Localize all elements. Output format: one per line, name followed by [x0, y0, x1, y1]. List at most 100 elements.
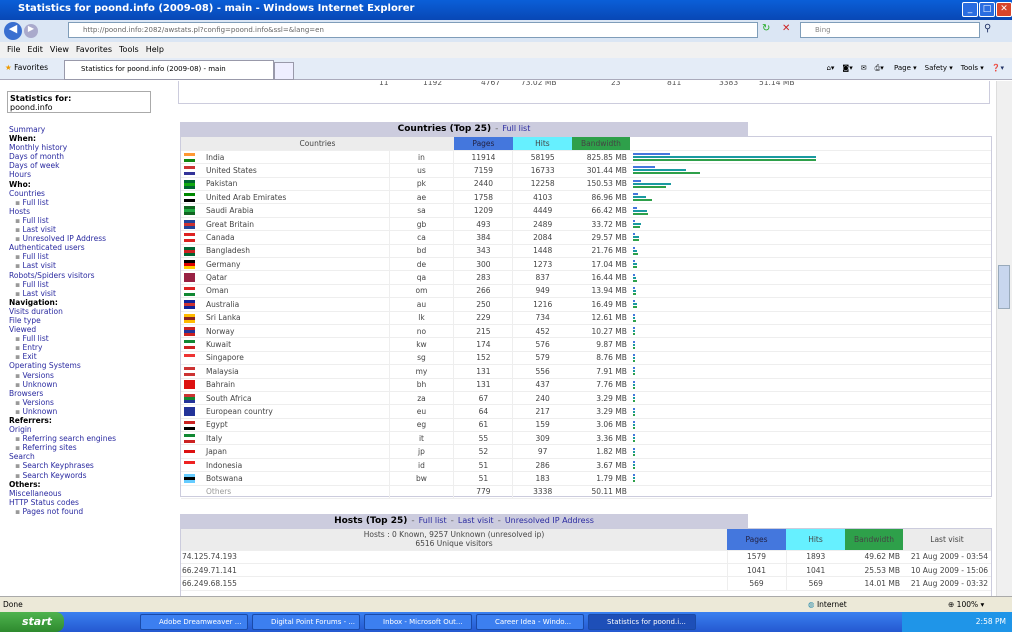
- menu-help[interactable]: Help: [146, 45, 164, 54]
- country-bars: [629, 284, 991, 299]
- sidebar-link[interactable]: HTTP Status codes: [9, 498, 170, 507]
- star-icon: ★: [5, 63, 12, 72]
- hosts-last-visit-link[interactable]: Last visit: [458, 516, 494, 525]
- sidebar-link[interactable]: Search Keyphrases: [9, 461, 170, 470]
- sidebar-link[interactable]: Monthly history: [9, 143, 170, 152]
- back-button[interactable]: ◀: [4, 22, 22, 40]
- menu-edit[interactable]: Edit: [27, 45, 43, 54]
- sidebar-link[interactable]: Full list: [9, 216, 170, 225]
- task-career-idea[interactable]: Career Idea - Windo...: [476, 614, 584, 630]
- sidebar-link[interactable]: Days of week: [9, 161, 170, 170]
- close-button[interactable]: ✕: [996, 2, 1012, 17]
- sidebar-heading: Referrers:: [9, 416, 52, 425]
- countries-table: Countries Pages Hits Bandwidth India in 11…: [181, 137, 991, 500]
- menu-tools[interactable]: Tools: [119, 45, 139, 54]
- sidebar-link[interactable]: Days of month: [9, 152, 170, 161]
- home-icon[interactable]: ⌂▾: [826, 64, 834, 72]
- sidebar-link[interactable]: Exit: [9, 352, 170, 361]
- sidebar-link[interactable]: Unknown: [9, 407, 170, 416]
- stop-icon[interactable]: ✕: [782, 23, 790, 34]
- hosts-full-list-link[interactable]: Full list: [419, 516, 447, 525]
- scrollbar-thumb[interactable]: [998, 265, 1010, 309]
- forward-button[interactable]: ▶: [24, 24, 38, 38]
- sidebar-link[interactable]: Authenticated users: [9, 243, 170, 252]
- sidebar-link[interactable]: Versions: [9, 371, 170, 380]
- bandwidth-bar: [632, 426, 635, 429]
- sidebar-link[interactable]: Hosts: [9, 207, 170, 216]
- country-name: Qatar: [203, 270, 389, 285]
- sidebar-link[interactable]: Pages not found: [9, 507, 170, 516]
- country-row: Pakistan pk 2440 12258 150.53 MB: [181, 177, 991, 192]
- sidebar-link[interactable]: Entry: [9, 343, 170, 352]
- menu-file[interactable]: File: [7, 45, 20, 54]
- search-icon[interactable]: ⚲: [984, 23, 991, 34]
- sidebar-link[interactable]: File type: [9, 316, 170, 325]
- mail-icon[interactable]: ✉: [861, 64, 867, 72]
- bandwidth-bar: [632, 373, 635, 376]
- help-icon[interactable]: ❓▾: [992, 64, 1004, 72]
- sidebar-link[interactable]: Full list: [9, 334, 170, 343]
- sidebar-link[interactable]: Referring search engines: [9, 434, 170, 443]
- minimize-button[interactable]: _: [962, 2, 978, 17]
- task-digital-point[interactable]: Digital Point Forums - ...: [252, 614, 360, 630]
- flag-cell: [181, 177, 203, 192]
- task-outlook[interactable]: Inbox - Microsoft Out...: [364, 614, 472, 630]
- sidebar-link[interactable]: Hours: [9, 170, 170, 179]
- sidebar-link[interactable]: Full list: [9, 198, 170, 207]
- safety-menu[interactable]: Safety ▾: [925, 64, 953, 72]
- url-input[interactable]: http://poond.info:2082/awstats.pl?config…: [68, 22, 758, 38]
- country-bw: 21.76 MB: [571, 244, 630, 259]
- flag-cell: [181, 431, 203, 446]
- maximize-button[interactable]: □: [979, 2, 995, 17]
- sidebar-link[interactable]: Last visit: [9, 225, 170, 234]
- refresh-icon[interactable]: ↻: [762, 23, 770, 34]
- country-code: lk: [388, 311, 454, 325]
- sidebar-link[interactable]: Summary: [9, 125, 170, 134]
- sidebar-link[interactable]: Last visit: [9, 289, 170, 298]
- sidebar-link[interactable]: Unknown: [9, 380, 170, 389]
- sidebar-link[interactable]: Robots/Spiders visitors: [9, 271, 170, 280]
- sidebar-link[interactable]: Operating Systems: [9, 361, 170, 370]
- search-input[interactable]: Bing: [800, 22, 980, 38]
- clock: 2:58 PM: [975, 617, 1006, 626]
- task-statistics[interactable]: Statistics for poond.i...: [588, 614, 696, 630]
- country-row: Bahrain bh 131 437 7.76 MB: [181, 378, 991, 392]
- sidebar-link[interactable]: Search: [9, 452, 170, 461]
- sidebar-link[interactable]: Browsers: [9, 389, 170, 398]
- menu-view[interactable]: View: [50, 45, 69, 54]
- sidebar-link[interactable]: Viewed: [9, 325, 170, 334]
- sidebar-link[interactable]: Full list: [9, 252, 170, 261]
- sidebar-link[interactable]: Miscellaneous: [9, 489, 170, 498]
- sidebar-link[interactable]: Full list: [9, 280, 170, 289]
- sidebar-link[interactable]: Visits duration: [9, 307, 170, 316]
- sidebar-link[interactable]: Countries: [9, 189, 170, 198]
- sidebar-link[interactable]: Unresolved IP Address: [9, 234, 170, 243]
- hits-bar: [632, 289, 636, 292]
- browser-tab[interactable]: Statistics for poond.info (2009-08) - ma…: [64, 60, 274, 80]
- task-dreamweaver[interactable]: Adobe Dreamweaver ...: [140, 614, 248, 630]
- new-tab-button[interactable]: [274, 62, 294, 80]
- feeds-icon[interactable]: ◙▾: [842, 64, 852, 72]
- sidebar-link[interactable]: Origin: [9, 425, 170, 434]
- vertical-scrollbar[interactable]: [996, 81, 1012, 596]
- sidebar-link[interactable]: Referring sites: [9, 443, 170, 452]
- country-bars: [629, 150, 991, 165]
- country-code: ca: [388, 230, 454, 245]
- sidebar-link[interactable]: Last visit: [9, 261, 170, 270]
- country-row: Italy it 55 309 3.36 MB: [181, 431, 991, 446]
- favorites-button[interactable]: ★ Favorites: [5, 63, 48, 72]
- zoom-control[interactable]: ⊕ 100% ▾: [948, 597, 984, 612]
- start-button[interactable]: start: [0, 612, 64, 632]
- tools-menu[interactable]: Tools ▾: [961, 64, 984, 72]
- country-pages: 384: [453, 230, 513, 245]
- sidebar-link[interactable]: Search Keywords: [9, 471, 170, 480]
- country-code: kw: [388, 337, 454, 352]
- menu-favorites[interactable]: Favorites: [76, 45, 112, 54]
- sidebar-link[interactable]: Versions: [9, 398, 170, 407]
- page-menu[interactable]: Page ▾: [894, 64, 917, 72]
- country-bars: [629, 418, 991, 433]
- countries-full-list-link[interactable]: Full list: [502, 124, 530, 133]
- country-bw: 16.44 MB: [571, 270, 630, 285]
- print-icon[interactable]: ⎙▾: [875, 64, 884, 72]
- hosts-unresolved-link[interactable]: Unresolved IP Address: [505, 516, 594, 525]
